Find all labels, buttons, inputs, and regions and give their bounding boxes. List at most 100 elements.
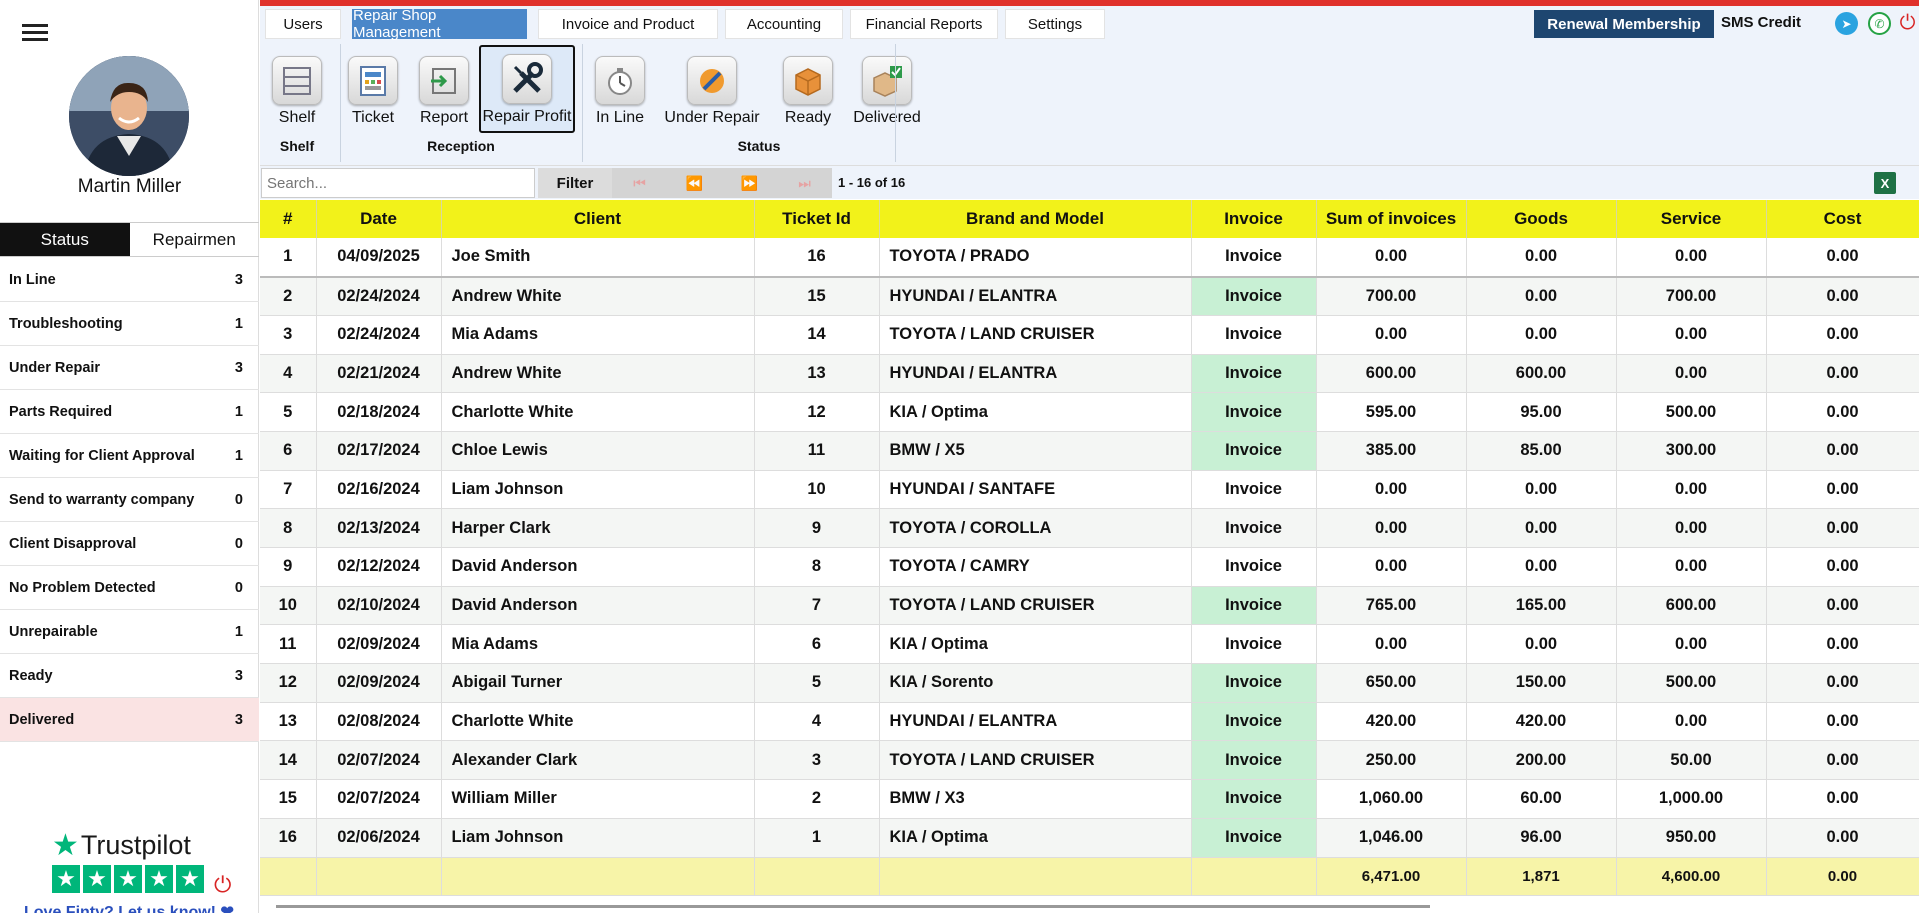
invoice-link[interactable]: Invoice [1191, 354, 1317, 394]
row-client: Mia Adams [441, 315, 755, 355]
row-goods: 60.00 [1466, 779, 1617, 819]
table-row[interactable]: 1 04/09/2025 Joe Smith 16 TOYOTA / PRADO Invo… [260, 238, 1919, 278]
table-row[interactable]: 3 02/24/2024 Mia Adams 14 TOYOTA / LAND CRUI… [260, 315, 1919, 355]
repair-profit-button[interactable]: Repair Profit [479, 45, 575, 133]
sms-credit-link[interactable]: SMS Credit [1721, 14, 1801, 31]
row-goods: 0.00 [1466, 315, 1617, 355]
invoice-link[interactable]: Invoice [1191, 392, 1317, 432]
status-item-in-line[interactable]: In Line 3 [0, 258, 259, 302]
row-number: 6 [260, 431, 317, 471]
column-header[interactable]: Sum of invoices [1316, 200, 1467, 238]
status-item-under-repair[interactable]: Under Repair 3 [0, 346, 259, 390]
column-header[interactable]: Cost [1766, 200, 1919, 238]
excel-export-icon[interactable]: X [1874, 172, 1896, 194]
status-item-ready[interactable]: Ready 3 [0, 654, 259, 698]
row-date: 02/21/2024 [316, 354, 442, 394]
status-item-client-disapproval[interactable]: Client Disapproval 0 [0, 522, 259, 566]
tab-repairmen[interactable]: Repairmen [130, 223, 260, 256]
table-row[interactable]: 4 02/21/2024 Andrew White 13 HYUNDAI / ELANT… [260, 354, 1919, 394]
status-item-no-problem-detected[interactable]: No Problem Detected 0 [0, 566, 259, 610]
table-row[interactable]: 12 02/09/2024 Abigail Turner 5 KIA / Sorento… [260, 663, 1919, 703]
column-header[interactable]: Service [1616, 200, 1767, 238]
power-icon[interactable]: ⏻ [1896, 12, 1919, 35]
row-ticket-id: 5 [754, 663, 880, 703]
menu-icon[interactable] [22, 24, 48, 44]
renewal-membership-button[interactable]: Renewal Membership [1534, 10, 1714, 38]
invoice-link[interactable]: Invoice [1191, 431, 1317, 471]
search-input[interactable] [261, 168, 535, 198]
telegram-icon[interactable]: ➤ [1835, 12, 1858, 35]
table-row[interactable]: 7 02/16/2024 Liam Johnson 10 HYUNDAI / SANTA… [260, 470, 1919, 510]
table-row[interactable]: 13 02/08/2024 Charlotte White 4 HYUNDAI / EL… [260, 702, 1919, 742]
next-page-icon[interactable]: ⏩ [722, 168, 777, 198]
last-page-icon[interactable]: ⏭ [777, 168, 832, 198]
star-icon: ★ [83, 865, 111, 893]
status-item-send-to-warranty[interactable]: Send to warranty company 0 [0, 478, 259, 522]
table-row[interactable]: 2 02/24/2024 Andrew White 15 HYUNDAI / ELANT… [260, 276, 1919, 316]
star-icon: ★ [176, 865, 204, 893]
column-header[interactable]: Invoice [1191, 200, 1317, 238]
invoice-link[interactable]: Invoice [1191, 586, 1317, 626]
prev-page-icon[interactable]: ⏪ [667, 168, 722, 198]
first-page-icon[interactable]: ⏮ [612, 168, 667, 198]
under-repair-button[interactable]: Under Repair [657, 15, 767, 127]
row-cost: 0.00 [1766, 315, 1919, 355]
trustpilot-caption[interactable]: Love Finty? Let us know! ❤ [24, 902, 234, 913]
status-item-delivered[interactable]: Delivered 3 [0, 698, 259, 742]
ready-button[interactable]: Ready [781, 15, 835, 127]
menu-settings[interactable]: Settings [1005, 9, 1105, 39]
row-date: 02/06/2024 [316, 818, 442, 858]
status-label: Client Disapproval [9, 535, 137, 552]
column-header[interactable]: Client [441, 200, 755, 238]
column-header[interactable]: Goods [1466, 200, 1617, 238]
row-cost: 0.00 [1766, 779, 1919, 819]
invoice-link[interactable]: Invoice [1191, 779, 1317, 819]
invoice-link[interactable]: Invoice [1191, 470, 1317, 510]
invoice-link[interactable]: Invoice [1191, 663, 1317, 703]
power-icon[interactable]: ⏻ [214, 872, 231, 898]
invoice-link[interactable]: Invoice [1191, 508, 1317, 548]
table-row[interactable]: 14 02/07/2024 Alexander Clark 3 TOYOTA / LAN… [260, 740, 1919, 781]
row-number: 9 [260, 547, 317, 587]
column-header[interactable]: Date [316, 200, 442, 238]
invoice-link[interactable]: Invoice [1191, 818, 1317, 858]
column-header[interactable]: Brand and Model [879, 200, 1192, 238]
table-row[interactable]: 15 02/07/2024 William Miller 2 BMW / X3 Invoi… [260, 779, 1919, 819]
status-item-troubleshooting[interactable]: Troubleshooting 1 [0, 302, 259, 346]
table-row[interactable]: 16 02/06/2024 Liam Johnson 1 KIA / Optima Inv… [260, 818, 1919, 858]
status-item-waiting-client-approval[interactable]: Waiting for Client Approval 1 [0, 434, 259, 478]
status-item-unrepairable[interactable]: Unrepairable 1 [0, 610, 259, 654]
group-label-shelf: Shelf [279, 138, 315, 154]
shelf-button[interactable]: Shelf [270, 15, 324, 127]
whatsapp-icon[interactable]: ✆ [1868, 12, 1891, 35]
status-count: 1 [234, 447, 243, 464]
tab-status[interactable]: Status [0, 223, 130, 256]
status-item-parts-required[interactable]: Parts Required 1 [0, 390, 259, 434]
table-row[interactable]: 10 02/10/2024 David Anderson 7 TOYOTA / LAND… [260, 586, 1919, 626]
invoice-link[interactable]: Invoice [1191, 740, 1317, 781]
invoice-link[interactable]: Invoice [1191, 624, 1317, 665]
table-row[interactable]: 9 02/12/2024 David Anderson 8 TOYOTA / CAMRY… [260, 547, 1919, 587]
invoice-link[interactable]: Invoice [1191, 276, 1317, 316]
row-cost: 0.00 [1766, 431, 1919, 471]
toolbar-label: Ticket [351, 109, 395, 126]
in-line-button[interactable]: In Line [591, 15, 649, 127]
trustpilot-widget[interactable]: ★ Trustpilot ★ ★ ★ ★ ★ [52, 828, 212, 893]
ticket-button[interactable]: Ticket [346, 15, 400, 127]
table-row[interactable]: 5 02/18/2024 Charlotte White 12 KIA / Optima… [260, 392, 1919, 432]
invoice-link[interactable]: Invoice [1191, 702, 1317, 742]
invoice-link[interactable]: Invoice [1191, 547, 1317, 587]
empty-cell [260, 857, 317, 896]
invoice-link[interactable]: Invoice [1191, 238, 1317, 278]
column-header[interactable]: # [260, 200, 317, 238]
table-row[interactable]: 8 02/13/2024 Harper Clark 9 TOYOTA / COROLLA… [260, 508, 1919, 548]
row-ticket-id: 6 [754, 624, 880, 665]
column-header[interactable]: Ticket Id [754, 200, 880, 238]
report-button[interactable]: Report [417, 15, 471, 127]
filter-button[interactable]: Filter [538, 168, 612, 198]
invoice-link[interactable]: Invoice [1191, 315, 1317, 355]
delivered-button[interactable]: Delivered [847, 15, 927, 127]
horizontal-scrollbar[interactable] [276, 905, 1430, 908]
table-row[interactable]: 11 02/09/2024 Mia Adams 6 KIA / Optima Invoic… [260, 624, 1919, 665]
table-row[interactable]: 6 02/17/2024 Chloe Lewis 11 BMW / X5 Invoice 3… [260, 431, 1919, 471]
